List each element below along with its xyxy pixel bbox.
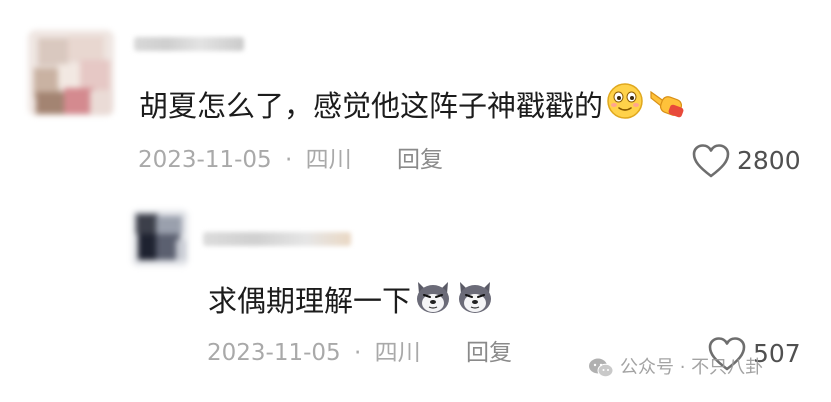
reply-button[interactable]: 回复 — [397, 146, 443, 174]
wechat-icon — [589, 358, 614, 378]
heart-icon — [692, 144, 730, 178]
username-redacted[interactable] — [203, 232, 351, 246]
like-count: 2800 — [737, 146, 801, 175]
watermark-text: 公众号 · 不只八卦 — [620, 357, 764, 378]
comment-body: 胡夏怎么了，感觉他这阵子神戳戳的 — [139, 88, 604, 123]
reply-body: 求偶期理解一下 — [208, 283, 412, 318]
watermark: 公众号 · 不只八卦 — [588, 357, 763, 379]
comment-text: 求偶期理解一下 — [208, 276, 495, 325]
reply-button[interactable]: 回复 — [466, 339, 512, 367]
meta-separator: · — [284, 147, 293, 173]
comment-date: 2023-11-05 — [138, 147, 272, 173]
reply-date: 2023-11-05 — [207, 340, 341, 366]
comment-meta: 2023-11-05 · 四川 — [138, 146, 352, 174]
comment-thread: 胡夏怎么了，感觉他这阵子神戳戳的 2023-11-05 · 四川 回复 2800… — [0, 0, 831, 402]
avatar-image — [28, 30, 114, 116]
avatar[interactable] — [28, 30, 114, 116]
reply-location: 四川 — [374, 340, 421, 366]
comment-text: 胡夏怎么了，感觉他这阵子神戳戳的 — [139, 82, 687, 129]
husky-dog-emoji — [413, 276, 453, 325]
like-button[interactable]: 2800 — [691, 143, 801, 179]
avatar[interactable] — [132, 210, 188, 266]
smiling-face-emoji — [605, 82, 645, 129]
reply-meta: 2023-11-05 · 四川 — [207, 339, 421, 367]
comment-location: 四川 — [305, 147, 352, 173]
meta-separator: · — [353, 340, 362, 366]
pointing-hand-emoji — [647, 82, 687, 129]
husky-dog-emoji — [455, 276, 495, 325]
avatar-image — [132, 210, 188, 266]
username-redacted[interactable] — [134, 37, 244, 51]
